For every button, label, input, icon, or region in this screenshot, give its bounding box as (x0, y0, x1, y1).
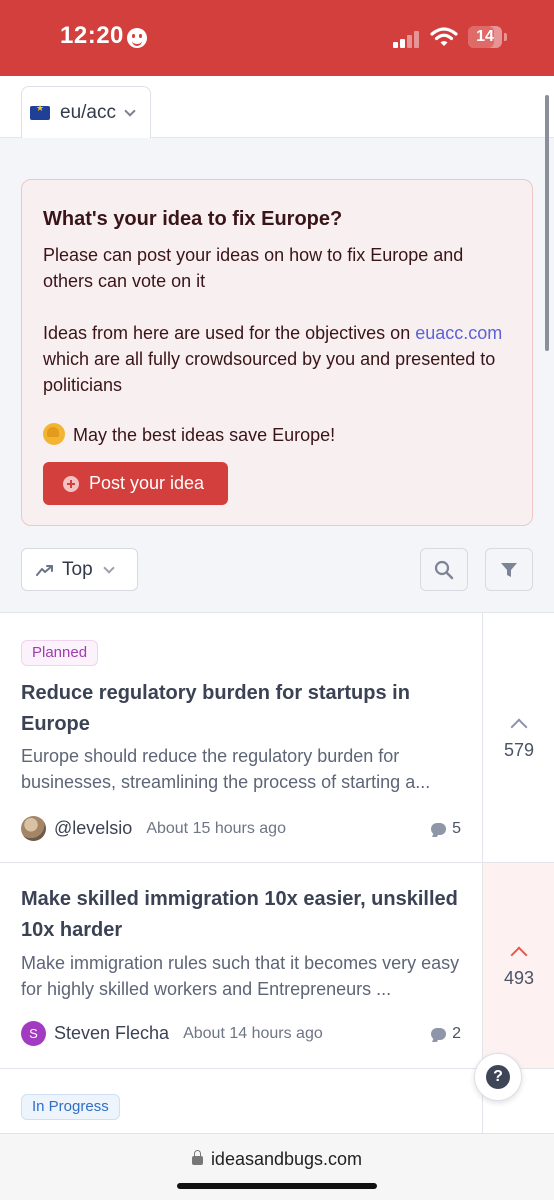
battery-level-text: 14 (476, 28, 494, 45)
browser-url-bar[interactable]: ideasandbugs.com (0, 1133, 554, 1200)
search-icon (434, 560, 454, 579)
post-idea-label: Post your idea (89, 473, 205, 493)
sort-label: Top (62, 558, 93, 580)
intro-paragraph-2-tail: which are all fully crowdsourced by you … (43, 349, 496, 395)
trending-up-icon (36, 564, 53, 576)
vote-column[interactable]: 579 (482, 613, 554, 862)
status-bar: 12:20 14 (0, 0, 554, 76)
wifi-icon (430, 27, 458, 46)
upvote-chevron-icon[interactable] (510, 946, 528, 964)
intro-paragraph-3: May the best ideas save Europe! (43, 422, 513, 448)
community-name: eu/acc (60, 101, 116, 123)
idea-author[interactable]: @levelsio (54, 818, 132, 839)
community-bar: eu/acc (0, 76, 554, 138)
idea-body[interactable]: In Progress (0, 1069, 482, 1138)
intro-paragraph-3-text: May the best ideas save Europe! (73, 425, 336, 445)
url-display[interactable]: ideasandbugs.com (0, 1149, 554, 1170)
idea-meta: S Steven Flecha About 14 hours ago 2 (21, 1021, 461, 1046)
comment-count-value: 2 (452, 1024, 461, 1042)
idea-time: About 14 hours ago (183, 1024, 323, 1042)
home-indicator[interactable] (177, 1183, 377, 1189)
focus-mode-icon (127, 28, 147, 48)
help-button[interactable]: ? (474, 1053, 522, 1101)
idea-body[interactable]: Planned Reduce regulatory burden for sta… (0, 613, 482, 862)
flexed-biceps-icon (43, 423, 65, 445)
battery-icon: 14 (468, 26, 502, 48)
filter-icon (501, 562, 517, 577)
intro-card: What's your idea to fix Europe? Please c… (21, 179, 533, 526)
idea-author[interactable]: Steven Flecha (54, 1023, 169, 1044)
post-idea-button[interactable]: Post your idea (43, 462, 228, 505)
plus-circle-icon (63, 475, 79, 492)
idea-title[interactable]: Make skilled immigration 10x easier, uns… (21, 884, 461, 946)
idea-description: Make immigration rules such that it beco… (21, 953, 460, 999)
idea-description: Europe should reduce the regulatory burd… (21, 746, 431, 792)
euacc-link[interactable]: euacc.com (415, 323, 502, 343)
intro-title: What's your idea to fix Europe? (43, 208, 343, 230)
idea-card[interactable]: Make skilled immigration 10x easier, uns… (0, 862, 554, 1068)
comment-icon (431, 822, 447, 835)
avatar (21, 816, 46, 841)
idea-card[interactable]: Planned Reduce regulatory burden for sta… (0, 612, 554, 862)
vote-count: 493 (503, 968, 535, 988)
upvote-chevron-icon[interactable] (510, 718, 528, 736)
vote-column[interactable]: 493 (482, 863, 554, 1068)
cellular-signal-icon (393, 30, 423, 48)
status-time: 12:20 (60, 22, 124, 49)
intro-paragraph-2-lead: Ideas from here are used for the objecti… (43, 323, 416, 343)
idea-body[interactable]: Make skilled immigration 10x easier, uns… (0, 863, 482, 1068)
intro-paragraph-2: Ideas from here are used for the objecti… (43, 320, 513, 398)
status-badge-in-progress: In Progress (21, 1094, 120, 1120)
idea-title[interactable]: Reduce regulatory burden for startups in… (21, 678, 461, 740)
chevron-down-icon (102, 561, 115, 574)
lock-icon (191, 1150, 203, 1165)
chevron-down-icon (124, 104, 136, 117)
intro-paragraph-1: Please can post your ideas on how to fix… (43, 245, 464, 291)
status-badge-planned: Planned (21, 640, 99, 666)
filter-button[interactable] (485, 548, 533, 591)
eu-flag-icon (30, 103, 50, 120)
avatar: S (21, 1021, 46, 1046)
search-button[interactable] (420, 548, 468, 591)
community-switcher[interactable]: eu/acc (21, 86, 151, 138)
idea-card[interactable]: In Progress (0, 1068, 554, 1138)
sort-dropdown[interactable]: Top (21, 548, 138, 591)
comment-icon (431, 1027, 447, 1040)
idea-time: About 15 hours ago (146, 819, 286, 837)
comment-count[interactable]: 5 (431, 820, 461, 838)
vote-count: 579 (503, 740, 535, 760)
comment-count[interactable]: 2 (431, 1025, 461, 1043)
comment-count-value: 5 (452, 819, 461, 837)
idea-meta: @levelsio About 15 hours ago 5 (21, 816, 461, 841)
page-scrollbar[interactable] (545, 95, 549, 351)
help-icon: ? (486, 1065, 510, 1089)
url-text: ideasandbugs.com (210, 1149, 363, 1169)
